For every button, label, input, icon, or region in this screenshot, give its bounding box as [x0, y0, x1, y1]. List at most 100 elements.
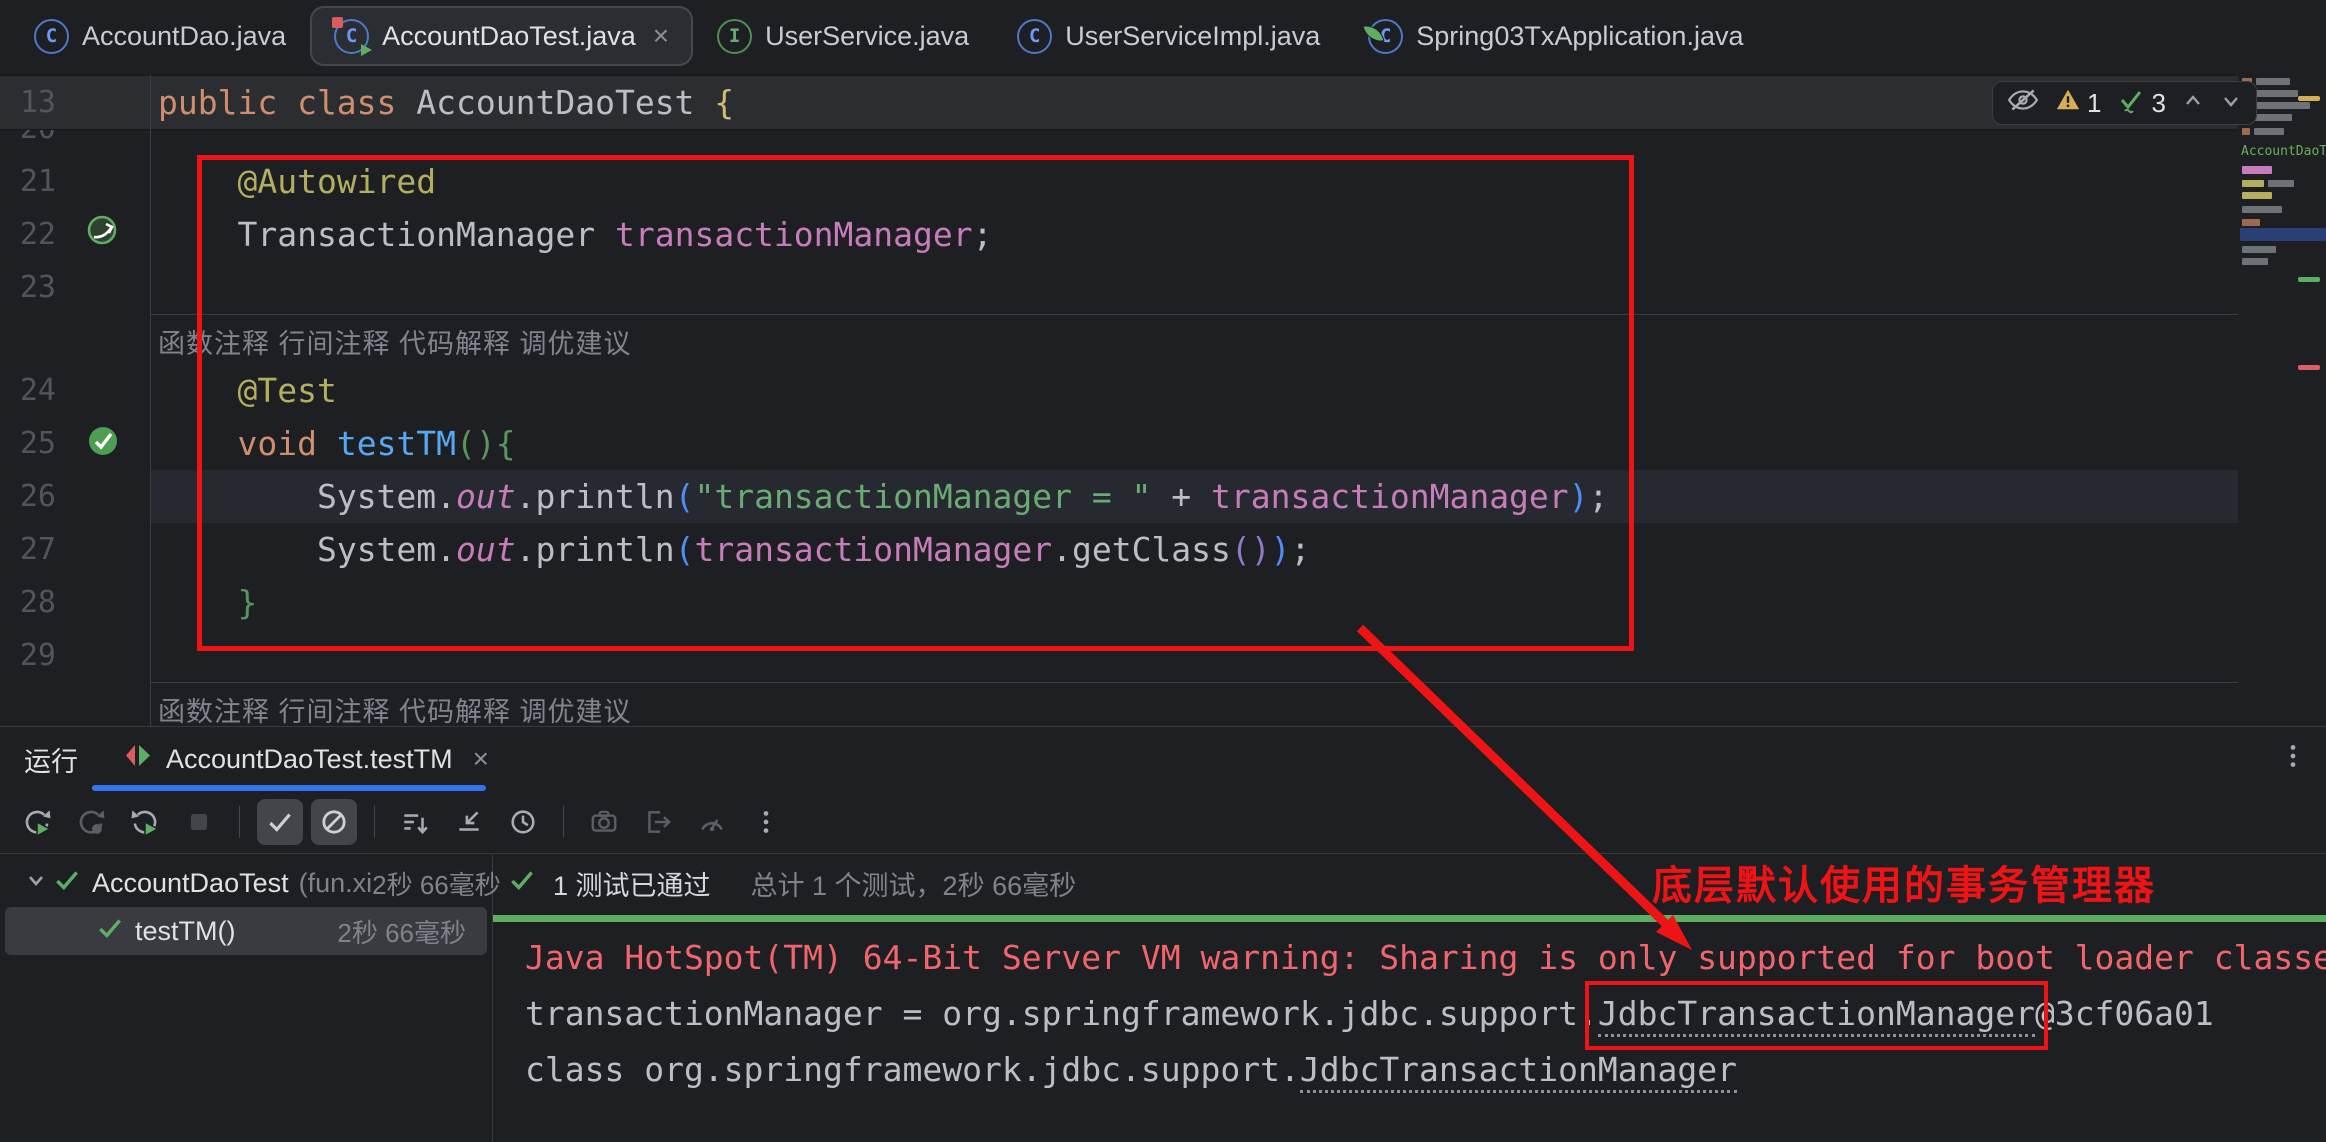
java-test-class-icon: C	[334, 19, 369, 54]
code-line-27[interactable]: 27 System.out.println(transactionManager…	[0, 523, 2238, 576]
error-stripe-mark[interactable]	[2298, 96, 2320, 101]
line-number: 21	[0, 164, 56, 199]
run-tab-accountdaotest[interactable]: AccountDaoTest.testTM ×	[124, 742, 489, 777]
sort-tests-icon[interactable]	[392, 799, 438, 845]
minimap-bar	[2256, 78, 2290, 85]
junit-run-icon	[124, 742, 152, 777]
code-text: @Autowired	[150, 155, 436, 208]
tab-userserviceimpl-java[interactable]: CUserServiceImpl.java	[993, 6, 1344, 66]
run-panel-title: 运行	[24, 740, 78, 779]
stop-icon	[176, 799, 222, 845]
sticky-code-line: 13 public class AccountDaoTest {	[0, 75, 2238, 130]
method-separator	[150, 314, 2238, 315]
console-class-link[interactable]: JdbcTransactionManager	[1300, 1050, 1737, 1093]
minimap-bar	[2254, 128, 2284, 135]
tab-label: AccountDaoTest.java	[382, 21, 636, 52]
tab-spring03txapplication-java[interactable]: C Spring03TxApplication.java	[1344, 6, 1767, 66]
tab-userservice-java[interactable]: IUserService.java	[693, 6, 993, 66]
test-console[interactable]: 1 测试已通过 总计 1 个测试，2秒 66毫秒 Java HotSpot(TM…	[493, 854, 2326, 1142]
tab-label: AccountDao.java	[82, 21, 286, 52]
minimap-bar	[2242, 166, 2272, 174]
test-package-suffix: (fun.xi	[299, 868, 373, 899]
code-line-23[interactable]: 23	[0, 261, 2238, 314]
test-tree-row-accountdaotest[interactable]: AccountDaoTest(fun.xi2秒 66毫秒	[0, 859, 492, 907]
chevron-down-icon[interactable]	[22, 866, 52, 901]
toolbar-separator	[374, 806, 375, 838]
minimap-bar	[2242, 128, 2250, 135]
spring-bean-icon[interactable]	[85, 214, 121, 255]
toggle-auto-test-icon[interactable]	[122, 799, 168, 845]
code-text: System.out.println("transactionManager =…	[150, 470, 1608, 523]
sticky-line-number: 13	[0, 85, 56, 120]
test-name: testTM()	[135, 916, 236, 947]
tab-label: UserService.java	[765, 21, 969, 52]
run-tool-window: 运行 AccountDaoTest.testTM × AccountDaoTes…	[0, 726, 2326, 1142]
tests-passed-label: 1 测试已通过	[553, 864, 711, 903]
test-passed-icon[interactable]	[85, 423, 121, 464]
tab-label: Spring03TxApplication.java	[1416, 21, 1743, 52]
export-test-results-icon	[635, 799, 681, 845]
console-class-link[interactable]: JdbcTransactionManager	[1598, 994, 2035, 1037]
console-text: class org.springframework.jdbc.support.	[525, 1050, 1300, 1089]
show-passed-icon[interactable]	[257, 799, 303, 845]
test-history-icon[interactable]	[500, 799, 546, 845]
ai-inlay-actions[interactable]: 函数注释 行间注释 代码解释 调优建议	[158, 690, 632, 729]
ai-inlay-actions[interactable]: 函数注释 行间注释 代码解释 调优建议	[158, 322, 632, 361]
test-duration: 2秒 66毫秒	[337, 913, 466, 950]
inspections-widget[interactable]: 1 3	[1992, 81, 2257, 125]
code-text: void testTM(){	[150, 417, 516, 470]
code-line-29[interactable]: 29	[0, 629, 2238, 682]
code-line-22[interactable]: 22 TransactionManager transactionManager…	[0, 208, 2238, 261]
minimap-bar	[2242, 180, 2264, 187]
error-stripe-mark[interactable]	[2298, 277, 2320, 282]
minimap-bar	[2254, 90, 2298, 97]
code-line-25[interactable]: 25 void testTM(){	[0, 417, 2238, 470]
code-line-24[interactable]: 24 @Test	[0, 364, 2238, 417]
test-tree-row-testtm[interactable]: testTM() 2秒 66毫秒	[5, 907, 487, 955]
code-line-26[interactable]: 26 System.out.println("transactionManage…	[0, 470, 2238, 523]
navigate-stacktrace-icon[interactable]	[446, 799, 492, 845]
sticky-code-text: public class AccountDaoTest {	[150, 76, 734, 129]
inspection-ok-count[interactable]: 3	[2151, 88, 2165, 119]
spring-boot-icon: C	[1368, 19, 1403, 54]
java-class-icon: C	[1017, 19, 1052, 54]
test-passed-check-icon	[52, 865, 82, 902]
console-line: Java HotSpot(TM) 64-Bit Server VM warnin…	[525, 930, 2326, 986]
show-ignored-icon[interactable]	[311, 799, 357, 845]
minimap-bar	[2254, 102, 2310, 109]
tests-passed-icon	[507, 865, 537, 902]
console-text: transactionManager = org.springframework…	[525, 994, 1598, 1033]
more-icon[interactable]	[743, 799, 789, 845]
reader-mode-icon[interactable]	[2007, 88, 2039, 119]
line-number: 28	[0, 585, 56, 620]
next-problem-icon[interactable]	[2220, 88, 2242, 119]
warning-count[interactable]: 1	[2087, 88, 2101, 119]
active-tab-underline	[92, 785, 486, 791]
coverage-icon	[689, 799, 735, 845]
code-minimap[interactable]: AccountDaoT	[2240, 76, 2326, 636]
toolbar-separator	[563, 806, 564, 838]
ai-inlay-row: 函数注释 行间注释 代码解释 调优建议	[0, 682, 2238, 732]
tab-accountdao-java[interactable]: CAccountDao.java	[10, 6, 310, 66]
console-output[interactable]: Java HotSpot(TM) 64-Bit Server VM warnin…	[525, 930, 2326, 1098]
prev-problem-icon[interactable]	[2182, 88, 2204, 119]
tab-accountdaotest-java[interactable]: C AccountDaoTest.java ×	[310, 6, 693, 66]
close-icon[interactable]: ×	[473, 743, 489, 775]
error-stripe-mark[interactable]	[2298, 365, 2320, 370]
run-content: AccountDaoTest(fun.xi2秒 66毫秒 testTM() 2秒 6…	[0, 854, 2326, 1142]
more-icon[interactable]	[2278, 741, 2308, 776]
close-icon[interactable]: ×	[653, 20, 669, 52]
warning-icon[interactable]	[2055, 87, 2081, 120]
method-separator	[150, 682, 2238, 683]
code-line-21[interactable]: 21 @Autowired	[0, 155, 2238, 208]
minimap-bar	[2254, 114, 2292, 121]
minimap-class-label: AccountDaoT	[2241, 144, 2326, 159]
code-line-28[interactable]: 28 }	[0, 576, 2238, 629]
inspection-ok-icon[interactable]	[2117, 86, 2145, 121]
toolbar-separator	[239, 806, 240, 838]
test-tree: AccountDaoTest(fun.xi2秒 66毫秒 testTM() 2秒 6…	[0, 854, 493, 1142]
rerun-icon[interactable]	[14, 799, 60, 845]
minimap-bar	[2240, 228, 2326, 241]
code-editor[interactable]: 2021 @Autowired22 TransactionManager tra…	[0, 102, 2238, 732]
gutter-separator	[150, 75, 151, 726]
